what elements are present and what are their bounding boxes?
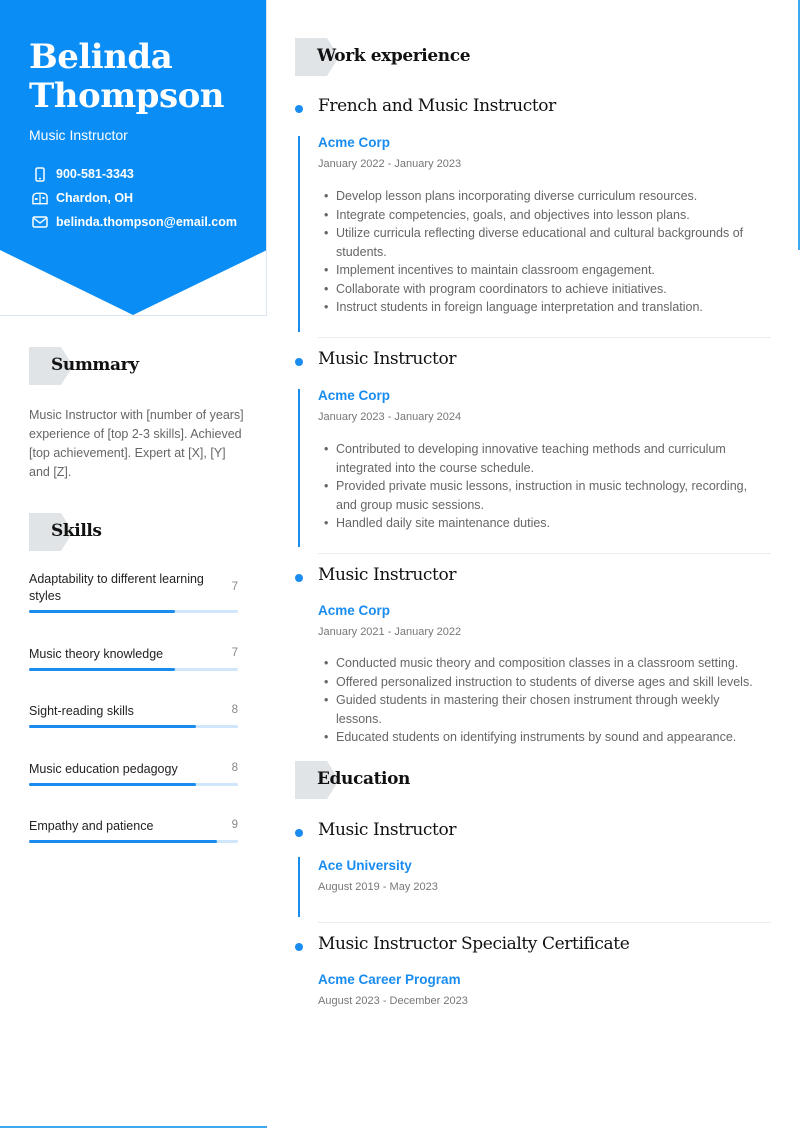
school-name: Acme Career Program bbox=[318, 972, 461, 987]
sidebar-border bbox=[266, 0, 267, 316]
education-entry: Music Instructor Specialty Certificate A… bbox=[295, 934, 771, 1014]
job-title: Music Instructor bbox=[318, 565, 457, 585]
contact-email[interactable]: belinda.thompson@email.com bbox=[32, 213, 262, 231]
skill-bar-fill bbox=[29, 840, 218, 843]
location-text: Chardon, OH bbox=[56, 191, 134, 205]
timeline-line bbox=[298, 136, 300, 332]
bullet-item: Guided students in mastering their chose… bbox=[318, 691, 768, 728]
skill-score: 7 bbox=[231, 581, 238, 593]
company-name: Acme Corp bbox=[318, 603, 391, 618]
entry-divider bbox=[318, 337, 771, 338]
skill-bar-fill bbox=[29, 725, 197, 728]
phone-text: 900-581-3343 bbox=[56, 167, 134, 181]
skill-bar-track bbox=[29, 840, 238, 843]
summary-text: Music Instructor with [number of years] … bbox=[29, 408, 244, 479]
skill-name: Music education pedagogy bbox=[29, 762, 178, 776]
profile-header: Belinda Thompson Music Instructor 900-58… bbox=[0, 0, 267, 316]
job-dates: January 2021 - January 2022 bbox=[318, 626, 462, 638]
skill-name: Empathy and patience bbox=[29, 819, 154, 833]
work-experience-heading: Work experience bbox=[295, 38, 545, 76]
bullet-item: Utilize curricula reflecting diverse edu… bbox=[318, 224, 768, 261]
mailbox-location-icon bbox=[32, 190, 48, 206]
summary-heading: Summary bbox=[29, 347, 229, 385]
header-divider bbox=[0, 315, 267, 316]
candidate-role: Music Instructor bbox=[29, 127, 128, 143]
skill-item: Music education pedagogy 8 bbox=[29, 761, 238, 786]
work-entry: Music Instructor Acme Corp January 2021 … bbox=[295, 565, 771, 746]
skill-item: Adaptability to different learning style… bbox=[29, 571, 238, 613]
degree-title: Music Instructor Specialty Certificate bbox=[318, 934, 630, 954]
bullet-item: Implement incentives to maintain classro… bbox=[318, 261, 768, 280]
school-name: Ace University bbox=[318, 858, 412, 873]
company-name: Acme Corp bbox=[318, 135, 391, 150]
bullet-item: Provided private music lessons, instruct… bbox=[318, 477, 768, 514]
job-title: Music Instructor bbox=[318, 349, 457, 369]
work-entry: Music Instructor Acme Corp January 2023 … bbox=[295, 349, 771, 559]
work-entry: French and Music Instructor Acme Corp Ja… bbox=[295, 96, 771, 341]
skill-name: Music theory knowledge bbox=[29, 647, 164, 661]
skill-name: Sight-reading skills bbox=[29, 704, 134, 718]
email-text: belinda.thompson@email.com bbox=[56, 215, 237, 229]
bullet-item: Contributed to developing innovative tea… bbox=[318, 440, 768, 477]
bullet-item: Offered personalized instruction to stud… bbox=[318, 673, 768, 692]
job-bullets: Conducted music theory and composition c… bbox=[318, 654, 768, 747]
skill-item: Sight-reading skills 8 bbox=[29, 703, 238, 728]
skill-bar-fill bbox=[29, 668, 176, 671]
skill-bar-fill bbox=[29, 783, 197, 786]
skills-heading: Skills bbox=[29, 513, 229, 551]
bullet-item: Educated students on identifying instrum… bbox=[318, 728, 768, 747]
first-name: Belinda bbox=[29, 37, 173, 77]
timeline-line bbox=[298, 389, 300, 547]
education-entry: Music Instructor Ace University August 2… bbox=[295, 820, 771, 925]
skill-bar-track bbox=[29, 610, 238, 613]
envelope-icon bbox=[32, 214, 48, 230]
skill-name: Adaptability to different learning style… bbox=[29, 572, 204, 603]
skill-score: 8 bbox=[231, 704, 238, 716]
skill-bar-track bbox=[29, 725, 238, 728]
bullet-item: Collaborate with program coordinators to… bbox=[318, 280, 768, 299]
bullet-item: Integrate competencies, goals, and objec… bbox=[318, 206, 768, 225]
job-title: French and Music Instructor bbox=[318, 96, 556, 116]
timeline-dot bbox=[295, 358, 303, 366]
skill-item: Empathy and patience 9 bbox=[29, 818, 238, 843]
job-dates: January 2022 - January 2023 bbox=[318, 158, 462, 170]
timeline-dot bbox=[295, 829, 303, 837]
skill-bar-track bbox=[29, 783, 238, 786]
section-title: Education bbox=[317, 769, 410, 789]
contact-location: Chardon, OH bbox=[32, 189, 262, 207]
contact-phone[interactable]: 900-581-3343 bbox=[32, 165, 262, 183]
section-title: Skills bbox=[51, 521, 102, 541]
section-title: Summary bbox=[51, 355, 139, 375]
bullet-item: Handled daily site maintenance duties. bbox=[318, 514, 768, 533]
phone-icon bbox=[32, 166, 48, 182]
skill-bar-fill bbox=[29, 610, 176, 613]
skill-score: 9 bbox=[231, 819, 238, 831]
entry-divider bbox=[318, 922, 771, 923]
education-dates: August 2023 - December 2023 bbox=[318, 995, 468, 1007]
timeline-dot bbox=[295, 943, 303, 951]
section-title: Work experience bbox=[317, 46, 471, 66]
job-dates: January 2023 - January 2024 bbox=[318, 411, 462, 423]
education-dates: August 2019 - May 2023 bbox=[318, 881, 438, 893]
timeline-dot bbox=[295, 105, 303, 113]
candidate-name: Belinda Thompson bbox=[29, 38, 259, 116]
timeline-dot bbox=[295, 574, 303, 582]
bullet-item: Develop lesson plans incorporating diver… bbox=[318, 187, 768, 206]
skill-item: Music theory knowledge 7 bbox=[29, 646, 238, 671]
bullet-item: Instruct students in foreign language in… bbox=[318, 298, 768, 317]
last-name: Thompson bbox=[29, 76, 225, 116]
company-name: Acme Corp bbox=[318, 388, 391, 403]
bullet-item: Conducted music theory and composition c… bbox=[318, 654, 768, 673]
job-bullets: Develop lesson plans incorporating diver… bbox=[318, 187, 768, 317]
timeline-line bbox=[298, 857, 300, 917]
skill-bar-track bbox=[29, 668, 238, 671]
skill-score: 7 bbox=[231, 647, 238, 659]
sidebar: Belinda Thompson Music Instructor 900-58… bbox=[0, 0, 267, 1128]
education-heading: Education bbox=[295, 761, 545, 799]
skill-score: 8 bbox=[231, 762, 238, 774]
entry-divider bbox=[318, 553, 771, 554]
degree-title: Music Instructor bbox=[318, 820, 457, 840]
job-bullets: Contributed to developing innovative tea… bbox=[318, 440, 768, 533]
